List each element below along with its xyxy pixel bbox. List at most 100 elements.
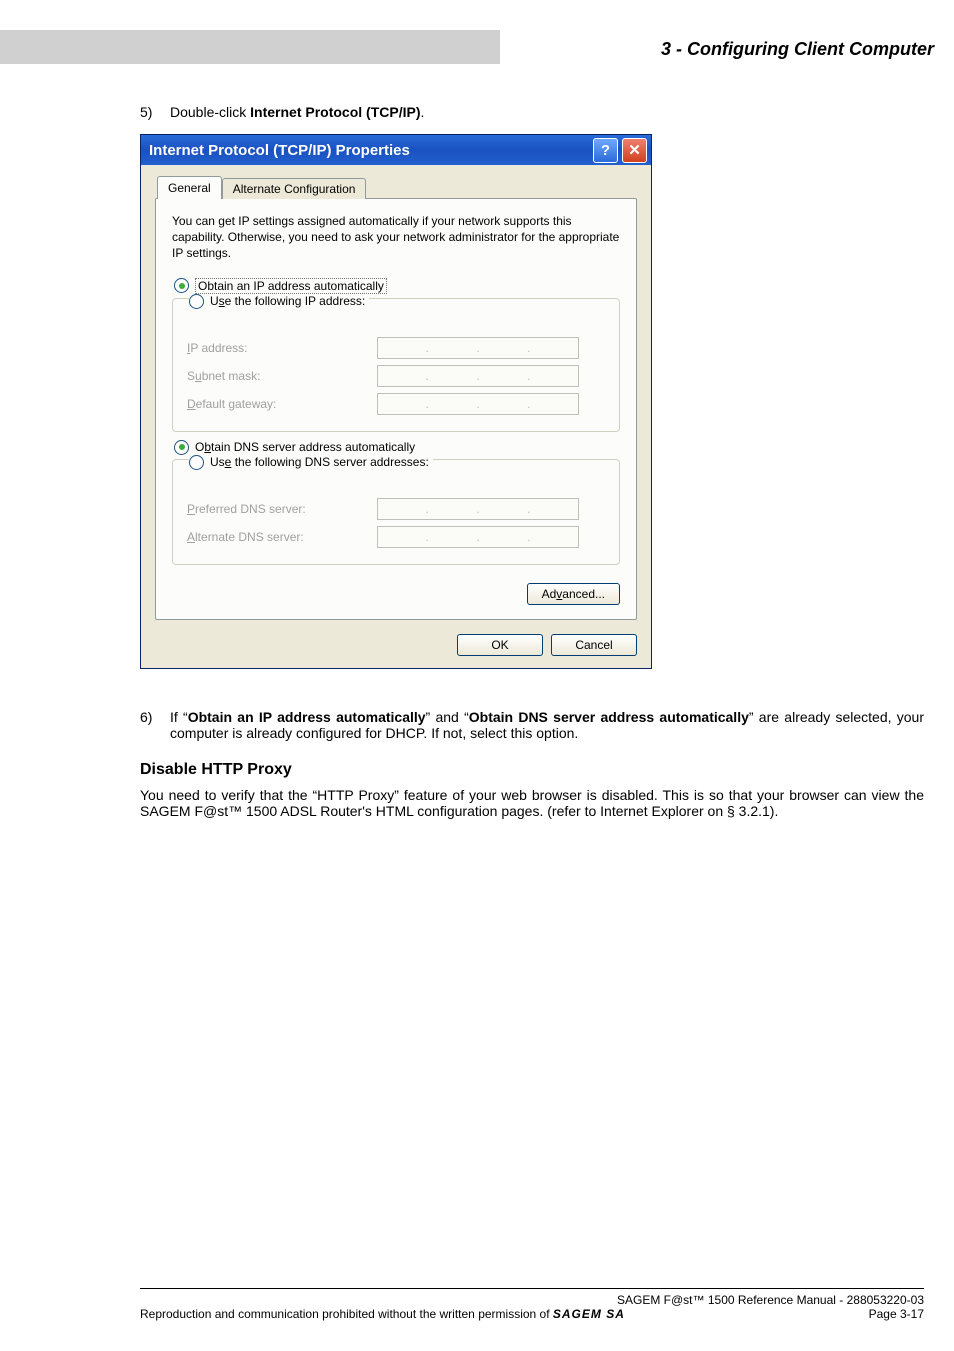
footer-line2: Reproduction and communication prohibite… <box>140 1307 625 1321</box>
label-ip-address: IP address: <box>187 341 377 355</box>
dialog-titlebar: Internet Protocol (TCP/IP) Properties ? … <box>141 135 651 165</box>
step-6: 6) If “Obtain an IP address automaticall… <box>140 709 924 741</box>
radio-icon <box>174 278 189 293</box>
help-icon[interactable]: ? <box>593 138 618 163</box>
radio-obtain-ip-label: Obtain an IP address automatically <box>195 278 387 294</box>
t: A <box>187 530 195 544</box>
input-default-gateway: ... <box>377 393 579 415</box>
dot: . <box>527 502 530 516</box>
page-header-title: 3 - Configuring Client Computer <box>500 30 954 64</box>
dot: . <box>425 530 428 544</box>
radio-icon <box>189 294 204 309</box>
step-6-text: If “Obtain an IP address automatically” … <box>170 709 924 741</box>
t: Obtain DNS server address automatically <box>469 709 749 725</box>
radio-obtain-dns-label: Obtain DNS server address automatically <box>195 440 415 454</box>
t: bnet mask: <box>202 369 261 383</box>
t: anced... <box>562 587 605 601</box>
dialog-description: You can get IP settings assigned automat… <box>172 213 620 262</box>
input-ip-address: ... <box>377 337 579 359</box>
dot: . <box>425 397 428 411</box>
radio-use-ip[interactable]: Use the following IP address: <box>189 294 369 309</box>
label-alternate-dns: Alternate DNS server: <box>187 530 377 544</box>
header-gray-bar <box>0 30 500 64</box>
brand: SAGEM SA <box>553 1307 625 1321</box>
input-subnet-mask: ... <box>377 365 579 387</box>
t: referred DNS server: <box>195 502 306 516</box>
step-5: 5) Double-click Internet Protocol (TCP/I… <box>140 104 924 120</box>
dot: . <box>476 530 479 544</box>
dot: . <box>527 341 530 355</box>
step-5-bold: Internet Protocol (TCP/IP) <box>250 104 420 120</box>
step-5-num: 5) <box>140 104 170 120</box>
dns-group: Use the following DNS server addresses: … <box>172 459 620 565</box>
step-5-pre: Double-click <box>170 104 250 120</box>
radio-obtain-dns[interactable]: Obtain DNS server address automatically <box>174 440 620 455</box>
t: the following DNS server addresses: <box>231 455 428 469</box>
dot: . <box>476 397 479 411</box>
t: U <box>210 294 219 308</box>
tab-panel: You can get IP settings assigned automat… <box>155 198 637 620</box>
t: Obtain an IP address automatically <box>188 709 426 725</box>
cancel-button[interactable]: Cancel <box>551 634 637 656</box>
tab-alternate-config[interactable]: Alternate Configuration <box>222 178 367 199</box>
footer-divider <box>140 1288 924 1289</box>
t: u <box>195 369 202 383</box>
dot: . <box>527 530 530 544</box>
dot: . <box>425 502 428 516</box>
input-preferred-dns: ... <box>377 498 579 520</box>
t: P address: <box>190 341 247 355</box>
dialog-title: Internet Protocol (TCP/IP) Properties <box>149 142 410 159</box>
radio-icon <box>189 455 204 470</box>
t: Reproduction and communication prohibite… <box>140 1307 553 1321</box>
dot: . <box>425 341 428 355</box>
label-preferred-dns: Preferred DNS server: <box>187 502 377 516</box>
close-icon[interactable]: ✕ <box>622 138 647 163</box>
t: S <box>187 369 195 383</box>
footer-page: Page 3-17 <box>869 1307 924 1321</box>
t: ” and “ <box>426 709 469 725</box>
step-5-post: . <box>420 104 424 120</box>
t: e the following IP address: <box>225 294 366 308</box>
row-subnet-mask: Subnet mask: ... <box>187 365 605 387</box>
ok-button[interactable]: OK <box>457 634 543 656</box>
dot: . <box>527 397 530 411</box>
t: Ad <box>542 587 557 601</box>
dot: . <box>425 369 428 383</box>
t: lternate DNS server: <box>195 530 304 544</box>
radio-use-ip-label: Use the following IP address: <box>210 294 365 308</box>
t: efault gateway: <box>196 397 277 411</box>
t: P <box>187 502 195 516</box>
row-ip-address: IP address: ... <box>187 337 605 359</box>
tcpip-properties-dialog: Internet Protocol (TCP/IP) Properties ? … <box>140 134 652 669</box>
row-default-gateway: Default gateway: ... <box>187 393 605 415</box>
step-5-text: Double-click Internet Protocol (TCP/IP). <box>170 104 924 120</box>
label-subnet-mask: Subnet mask: <box>187 369 377 383</box>
radio-obtain-ip-text: Obtain an IP address automatically <box>198 279 384 293</box>
radio-icon <box>174 440 189 455</box>
row-alternate-dns: Alternate DNS server: ... <box>187 526 605 548</box>
radio-use-dns[interactable]: Use the following DNS server addresses: <box>189 455 433 470</box>
dot: . <box>476 502 479 516</box>
t: tain DNS server address automatically <box>211 440 415 454</box>
section-para: You need to verify that the “HTTP Proxy”… <box>140 787 924 819</box>
t: Us <box>210 455 225 469</box>
t: D <box>187 397 196 411</box>
dot: . <box>476 369 479 383</box>
label-default-gateway: Default gateway: <box>187 397 377 411</box>
section-heading: Disable HTTP Proxy <box>140 761 924 779</box>
input-alternate-dns: ... <box>377 526 579 548</box>
step-6-num: 6) <box>140 709 170 741</box>
t: If “ <box>170 709 188 725</box>
tabs: General Alternate Configuration <box>157 178 637 199</box>
dot: . <box>527 369 530 383</box>
ip-group: Use the following IP address: IP address… <box>172 298 620 432</box>
radio-obtain-ip[interactable]: Obtain an IP address automatically <box>174 278 620 294</box>
footer: SAGEM F@st™ 1500 Reference Manual - 2880… <box>0 1288 954 1321</box>
page-header: 3 - Configuring Client Computer <box>0 30 954 64</box>
t: O <box>195 440 204 454</box>
dot: . <box>476 341 479 355</box>
radio-use-dns-label: Use the following DNS server addresses: <box>210 455 429 469</box>
footer-line1: SAGEM F@st™ 1500 Reference Manual - 2880… <box>617 1293 924 1307</box>
tab-general[interactable]: General <box>157 176 222 199</box>
advanced-button[interactable]: Advanced... <box>527 583 620 605</box>
